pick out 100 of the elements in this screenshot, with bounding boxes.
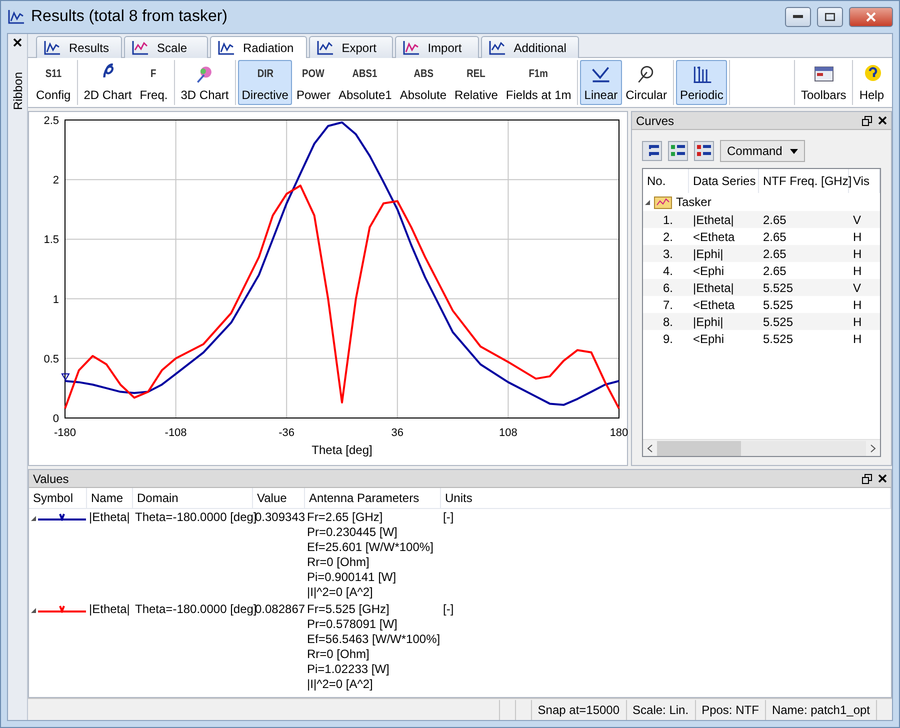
close-button[interactable] <box>849 7 893 27</box>
x-tick-label: -36 <box>278 427 295 439</box>
column-header[interactable]: Data Series <box>689 169 759 193</box>
table-cell-text: 8. <box>662 314 674 328</box>
horizontal-scrollbar[interactable] <box>643 439 880 456</box>
ribbon-button[interactable]: REL Relative <box>450 60 502 105</box>
icon-label: F1m <box>528 67 548 82</box>
table-cell-text: H <box>852 246 863 260</box>
maximize-button[interactable] <box>817 7 843 27</box>
close-icon[interactable] <box>878 474 887 483</box>
command-dropdown[interactable]: Command <box>720 140 806 162</box>
column-header[interactable]: Domain <box>133 488 253 509</box>
scroll-left-icon[interactable] <box>647 444 653 452</box>
table-cell-text: <Etheta <box>692 298 736 312</box>
curve-tool-icon[interactable] <box>668 141 688 161</box>
table-cell-text: 5.525 <box>762 314 794 328</box>
ribbon-tab[interactable]: Results <box>36 36 122 58</box>
parameter-text: Rr=0 [Ohm] <box>307 647 370 662</box>
curve-row[interactable]: 3. |Ephi| 2.65 H <box>643 245 880 262</box>
parameter-text: Ef=56.5463 [W/W*100%] <box>307 632 439 647</box>
ribbon-button[interactable]: Toolbars <box>796 60 850 105</box>
table-cell-text: <Etheta <box>692 230 736 244</box>
ribbon-button[interactable]: F Freq. <box>136 60 172 105</box>
ribbon-button[interactable]: Circular <box>622 60 671 105</box>
maximize-icon <box>825 13 835 21</box>
chart-icon <box>402 40 420 56</box>
status-text: Scale: Lin. <box>626 700 695 720</box>
table-cell-text: 5.525 <box>762 280 794 294</box>
column-header[interactable]: Antenna Parameters <box>305 488 441 509</box>
parameter-text: Pr=0.230445 [W] <box>307 525 398 540</box>
ribbon-button[interactable]: S11 Config <box>32 60 75 105</box>
minimize-icon <box>793 15 803 19</box>
minimize-button[interactable] <box>785 7 811 27</box>
ribbon-button[interactable]: 3D Chart <box>176 60 233 105</box>
x-tick-label: 36 <box>391 427 404 439</box>
parameter-text: Rr=0 [Ohm] <box>307 555 370 570</box>
chart-icon <box>131 40 150 56</box>
status-text: Name: patch1_opt <box>764 700 876 720</box>
curve-tool-icon[interactable] <box>694 141 714 161</box>
curve-row[interactable]: 1. |Etheta| 2.65 V <box>643 211 880 228</box>
parameter-text: |I|^2=0 [A^2] <box>307 585 374 600</box>
ribbon-button[interactable]: Linear <box>580 60 622 105</box>
expander-icon[interactable] <box>31 516 36 521</box>
ribbon-button[interactable]: ABS Absolute <box>396 60 451 105</box>
ribbon-button[interactable]: ABS1 Absolute1 <box>334 60 396 105</box>
ribbon-button[interactable]: POW Power <box>292 60 334 105</box>
column-header[interactable]: Name <box>87 488 133 509</box>
expander-icon[interactable] <box>31 608 36 613</box>
table-cell-text: H <box>852 230 863 244</box>
chart-icon <box>43 40 61 56</box>
ribbon-tab[interactable]: Scale <box>124 36 208 58</box>
scroll-right-icon[interactable] <box>870 444 876 452</box>
column-header[interactable]: Symbol <box>29 488 87 509</box>
table-cell-text: <Ephi <box>692 264 726 278</box>
column-header[interactable]: Units <box>441 488 891 509</box>
table-cell-text: 2.65 <box>762 246 788 260</box>
ribbon-tab[interactable]: Import <box>394 36 479 58</box>
ribbon-button[interactable]: DIR Directive <box>238 60 292 105</box>
column-header[interactable]: Value <box>253 488 305 509</box>
parameter-text: Fr=5.525 [GHz] <box>307 602 390 617</box>
parameter-text: Fr=2.65 [GHz] <box>307 510 384 525</box>
ribbon-tab[interactable]: Radiation <box>210 36 307 59</box>
tree-group-row[interactable]: Tasker <box>643 193 880 211</box>
table-cell-text: |Etheta| <box>88 601 131 618</box>
float-icon[interactable] <box>862 116 872 126</box>
window-title: Results (total 8 from tasker) <box>31 8 228 26</box>
x-tick-label: 108 <box>499 427 518 439</box>
x-axis-title: Theta [deg] <box>312 443 372 457</box>
chart-icon <box>316 40 334 56</box>
y-tick-label: 0.5 <box>44 353 59 366</box>
table-cell-text: |Ephi| <box>692 246 724 260</box>
chart-icon <box>7 9 25 25</box>
ribbon-tab[interactable]: Additional <box>480 36 580 58</box>
table-cell-text: 2.65 <box>762 230 788 244</box>
table-cell-text: [-] <box>442 601 455 618</box>
ribbon-button[interactable]: 2D Chart <box>80 60 136 105</box>
y-tick-label: 1.5 <box>44 234 59 246</box>
table-cell-text: |Etheta| <box>88 509 131 526</box>
float-icon[interactable] <box>862 474 872 484</box>
ribbon-button[interactable]: F1m Fields at 1m <box>502 60 576 105</box>
y-tick-label: 1 <box>52 294 59 306</box>
ribbon-tab[interactable]: Export <box>308 36 393 58</box>
table-cell-text: H <box>852 332 863 346</box>
ribbon-button[interactable]: Help <box>855 60 888 105</box>
status-text: Ppos: NTF <box>694 700 765 720</box>
table-cell-text: |Etheta| <box>692 212 735 226</box>
table-cell-text: 2.65 <box>762 212 788 226</box>
curve-row[interactable]: 6. |Etheta| 5.525 V <box>643 279 880 296</box>
close-icon[interactable] <box>878 116 887 125</box>
ribbon-button[interactable]: Periodic <box>676 60 728 105</box>
table-cell-text: 2.65 <box>762 264 788 278</box>
parameter-text: Pi=0.900141 [W] <box>307 570 398 585</box>
table-cell-text: 6. <box>662 280 674 294</box>
column-header[interactable]: No. <box>643 169 689 193</box>
curve-tool-icon[interactable] <box>642 141 662 161</box>
x-tick-label: 180 <box>610 427 628 439</box>
table-cell-text: V <box>852 212 862 226</box>
group-label: Tasker <box>676 195 712 209</box>
column-header[interactable]: NTF Freq. [GHz] <box>759 169 849 193</box>
curve-row[interactable]: 8. |Ephi| 5.525 H <box>643 313 880 330</box>
